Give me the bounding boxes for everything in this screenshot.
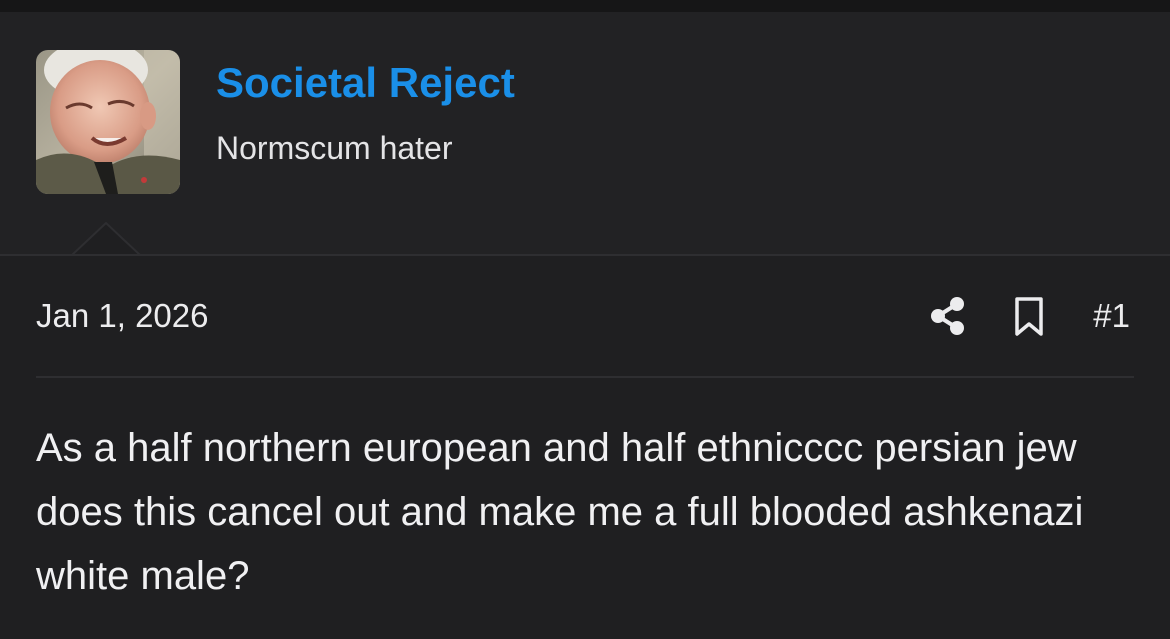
share-button[interactable]	[928, 294, 968, 338]
author-divider	[0, 254, 1170, 256]
top-bar	[0, 0, 1170, 12]
bookmark-icon	[1015, 297, 1043, 336]
post-body-text: As a half northern european and half eth…	[36, 426, 1084, 598]
author-title: Normscum hater	[216, 130, 453, 166]
author-pointer-notch	[72, 222, 141, 256]
meta-separator	[36, 376, 1134, 378]
avatar-photo-icon	[36, 50, 180, 194]
share-icon	[931, 297, 964, 335]
bookmark-button[interactable]	[1012, 296, 1046, 338]
post-number-link[interactable]: #1	[1093, 296, 1130, 336]
user-avatar[interactable]	[36, 50, 180, 194]
post-author-block: Societal Reject Normscum hater	[0, 12, 1170, 254]
author-username[interactable]: Societal Reject	[216, 58, 515, 108]
post-date[interactable]: Jan 1, 2026	[36, 296, 208, 336]
post-meta-bar: Jan 1, 2026 #1	[36, 290, 1134, 346]
